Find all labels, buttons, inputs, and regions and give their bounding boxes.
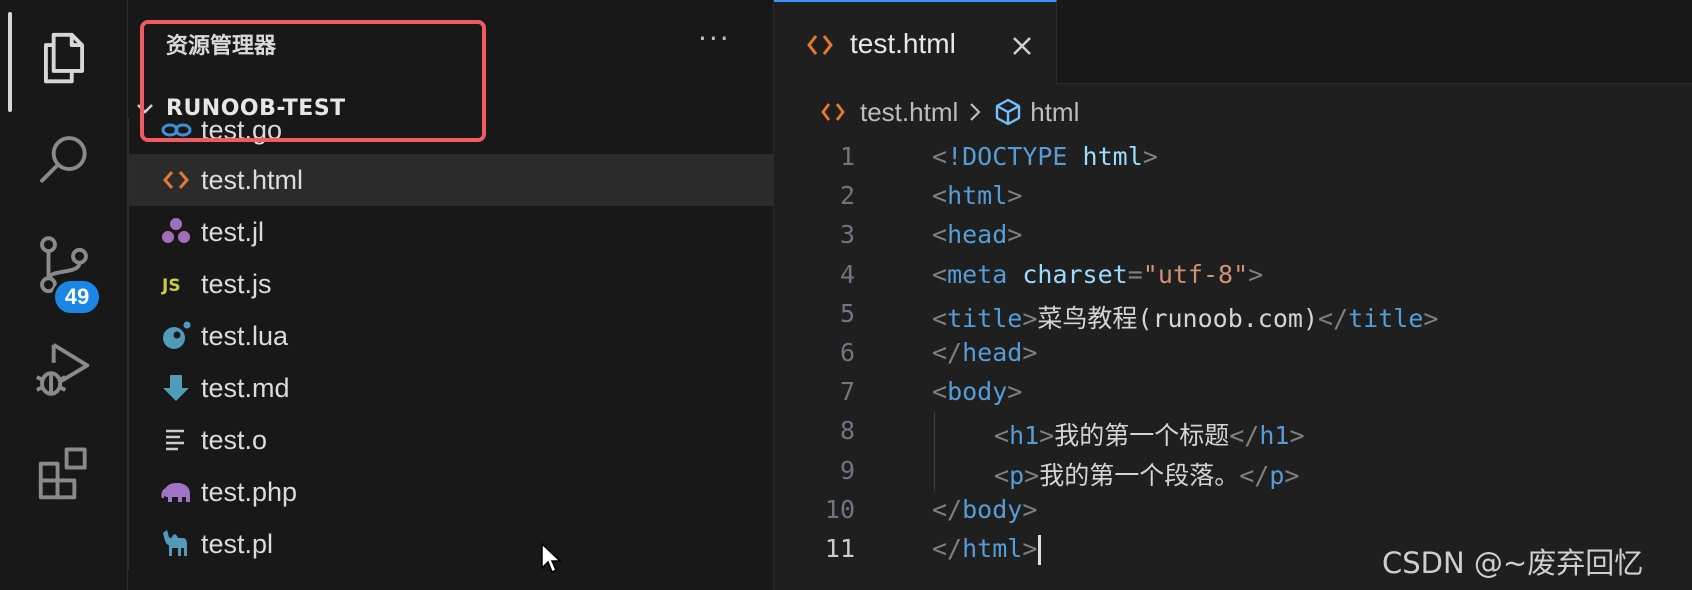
text-cursor (1038, 534, 1042, 565)
file-label: test.o (201, 424, 268, 455)
line-number: 11 (824, 533, 855, 563)
line-number: 3 (839, 220, 855, 250)
javascript-file-icon: JS (159, 267, 193, 301)
code-line: 2 <html> (839, 181, 1023, 211)
code-line: 7 <body> (839, 377, 1023, 407)
lua-file-icon (159, 319, 193, 353)
chevron-right-icon (970, 103, 981, 121)
line-number: 5 (839, 298, 855, 328)
line-number: 1 (839, 142, 855, 171)
symbol-element-icon (996, 98, 1021, 126)
code-line: 8 <h1>我的第一个标题</h1> (774, 412, 1692, 452)
activity-bar: 49 (0, 0, 128, 590)
line-number: 6 (839, 337, 855, 367)
file-item-test-html[interactable]: test.html (129, 154, 774, 206)
file-label: test.html (201, 164, 304, 195)
breadcrumb-file[interactable]: test.html (860, 97, 958, 128)
markdown-file-icon (159, 371, 193, 405)
run-debug-icon[interactable] (30, 334, 98, 402)
file-label: test.php (201, 476, 298, 507)
active-view-indicator (8, 12, 12, 112)
line-number: 8 (839, 416, 855, 446)
code-line: 5 <title>菜鸟教程(runoob.com)</title> (839, 298, 1439, 333)
extensions-icon[interactable] (30, 440, 98, 508)
html-file-icon (821, 103, 845, 121)
julia-file-icon (159, 215, 193, 249)
file-tree: test.go test.html test.jl JS test.js tes… (128, 115, 774, 570)
line-number: 7 (839, 377, 855, 407)
file-label: test.pl (201, 528, 274, 559)
line-number: 10 (824, 494, 855, 524)
html-file-icon (159, 163, 193, 197)
tab-test-html[interactable]: test.html (774, 0, 1057, 85)
file-item-test-js[interactable]: JS test.js (129, 258, 774, 310)
highlight-annotation (140, 20, 486, 142)
file-label: test.md (201, 372, 290, 403)
file-item-test-o[interactable]: test.o (129, 414, 774, 466)
html-file-icon (807, 35, 833, 55)
code-line: 6 </head> (839, 337, 1038, 367)
file-item-test-pl[interactable]: test.pl (129, 518, 774, 570)
code-line: 4 <meta charset="utf-8"> (839, 259, 1264, 289)
breadcrumb: test.html html (820, 94, 1079, 130)
code-editor[interactable]: 1 <!DOCTYPE html> 2 <html> 3 <head> 4 <m… (774, 138, 1692, 569)
mouse-pointer-icon (541, 542, 562, 574)
code-line: 1 <!DOCTYPE html> (839, 142, 1158, 171)
line-number: 2 (839, 181, 855, 211)
more-actions-button[interactable]: ··· (698, 22, 731, 55)
tab-label: test.html (850, 28, 956, 59)
code-line: 9 <p>我的第一个段落。</p> (774, 451, 1692, 491)
explorer-icon[interactable] (30, 24, 98, 92)
file-item-test-lua[interactable]: test.lua (129, 310, 774, 362)
svg-text:JS: JS (161, 276, 181, 296)
close-icon[interactable] (1010, 34, 1034, 58)
line-number: 4 (839, 259, 855, 289)
watermark: CSDN @~废弃回忆 (1382, 546, 1644, 580)
php-file-icon (159, 475, 193, 509)
code-line: 3 <head> (839, 220, 1023, 250)
file-item-test-md[interactable]: test.md (129, 362, 774, 414)
generic-file-icon (159, 423, 193, 457)
breadcrumb-symbol[interactable]: html (1030, 97, 1079, 128)
editor-area: test.html test.html html 1 <!DOCTYPE htm… (773, 0, 1692, 590)
line-number: 9 (839, 455, 855, 485)
code-line: 10 </body> (824, 494, 1038, 524)
source-control-badge: 49 (52, 278, 102, 316)
tab-bar: test.html (774, 0, 1692, 85)
file-item-test-jl[interactable]: test.jl (129, 206, 774, 258)
file-label: test.lua (201, 320, 289, 351)
vscode-window: 49 资源管理器 ··· RUNOOB-TEST test.go test.ht… (0, 0, 1692, 590)
file-label: test.jl (201, 216, 265, 247)
file-label: test.js (201, 268, 272, 299)
perl-file-icon (159, 527, 193, 561)
search-icon[interactable] (30, 126, 98, 194)
file-item-test-php[interactable]: test.php (129, 466, 774, 518)
